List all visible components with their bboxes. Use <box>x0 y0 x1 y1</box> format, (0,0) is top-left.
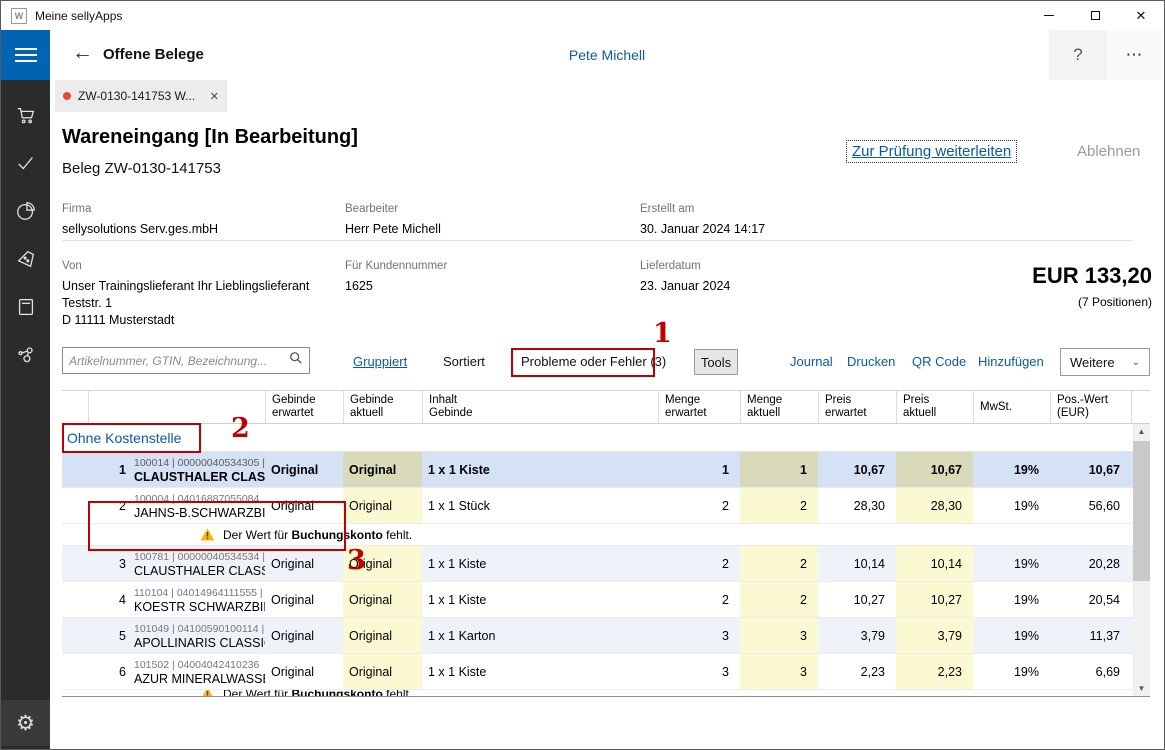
col-menge-aktuell[interactable]: Menge aktuell <box>740 391 818 423</box>
scrollbar-thumb[interactable] <box>1133 441 1150 581</box>
maximize-icon <box>1091 11 1100 20</box>
reject-link[interactable]: Ablehnen <box>1077 143 1140 160</box>
weitere-dropdown-button[interactable]: Weitere ⌄ <box>1060 348 1150 376</box>
app-window: W Meine sellyApps ✕ <box>0 0 1165 750</box>
table-row[interactable]: 2 100004 | 04016887055084JAHNS-B.SCHWARZ… <box>62 488 1133 524</box>
minimize-icon <box>1044 15 1054 16</box>
tools-button[interactable]: Tools <box>694 349 738 375</box>
pie-chart-icon[interactable] <box>15 200 37 222</box>
scroll-down-icon[interactable]: ▼ <box>1133 681 1150 696</box>
check-icon[interactable] <box>15 152 37 174</box>
table-row[interactable]: 6 101502 | 04004042410236AZUR MINERALWAS… <box>62 654 1133 690</box>
group-header-ohne-kostenstelle[interactable]: Ohne Kostenstelle <box>62 424 1133 452</box>
minimize-button[interactable] <box>1026 1 1072 30</box>
field-lieferdatum: Lieferdatum 23. Januar 2024 <box>640 260 730 295</box>
hinzufuegen-link[interactable]: Hinzufügen <box>978 354 1044 369</box>
forward-for-review-link[interactable]: Zur Prüfung weiterleiten <box>846 140 1017 163</box>
document-total: EUR 133,20 <box>1032 263 1152 289</box>
unsaved-dot-icon <box>63 92 71 100</box>
search-input[interactable] <box>69 354 289 368</box>
document-subtitle: Beleg ZW-0130-141753 <box>62 160 221 177</box>
tag-icon[interactable] <box>15 248 37 270</box>
positions-table: Gebinde erwartet Gebinde aktuell Inhalt … <box>62 390 1150 697</box>
window-title: Meine sellyApps <box>35 9 122 23</box>
qr-code-link[interactable]: QR Code <box>912 354 966 369</box>
app-icon: W <box>11 8 27 24</box>
title-bar: W Meine sellyApps ✕ <box>1 1 1164 30</box>
app-header: ← Offene Belege Pete Michell ? ⋯ <box>50 30 1164 80</box>
cart-icon[interactable] <box>15 104 37 126</box>
table-header-row: Gebinde erwartet Gebinde aktuell Inhalt … <box>62 390 1150 424</box>
table-row[interactable]: 5 101049 | 04100590100114 | Was...APOLLI… <box>62 618 1133 654</box>
window-controls: ✕ <box>1026 1 1164 30</box>
divider <box>62 240 1133 241</box>
article-search <box>62 347 310 374</box>
table-row[interactable]: 1 100014 | 00000040534305 | Nich...CLAUS… <box>62 452 1133 488</box>
sidebar: ⚙ <box>1 30 50 749</box>
journal-link[interactable]: Journal <box>790 354 833 369</box>
field-kundennummer: Für Kundennummer 1625 <box>345 260 447 295</box>
scroll-up-icon[interactable]: ▲ <box>1133 424 1150 439</box>
chevron-down-icon: ⌄ <box>1132 357 1140 368</box>
annotation-number-1: 1 <box>653 318 672 349</box>
tab-document[interactable]: ZW-0130-141753 W... ✕ <box>55 80 227 112</box>
hamburger-icon <box>15 48 37 50</box>
table-row[interactable]: 4 110104 | 04014964111555 | Bier...KOEST… <box>62 582 1133 618</box>
table-scrollbar[interactable]: ▲ ▼ <box>1133 424 1150 696</box>
search-icon[interactable] <box>289 351 303 370</box>
user-name[interactable]: Pete Michell <box>50 47 1164 63</box>
more-options-button[interactable]: ⋯ <box>1107 30 1163 80</box>
warning-icon <box>200 528 215 541</box>
row-warning-clipped: Der Wert für Buchungskonto fehlt. <box>62 690 1133 697</box>
help-button[interactable]: ? <box>1049 30 1107 80</box>
table-row[interactable]: 3 100781 | 00000040534534 | Nich...CLAUS… <box>62 546 1133 582</box>
maximize-button[interactable] <box>1072 1 1118 30</box>
filter-gruppiert[interactable]: Gruppiert <box>353 354 407 369</box>
col-pos-wert[interactable]: Pos.-Wert (EUR) <box>1050 391 1131 423</box>
tab-close-icon[interactable]: ✕ <box>210 90 219 103</box>
close-button[interactable]: ✕ <box>1118 1 1164 30</box>
drucken-link[interactable]: Drucken <box>847 354 895 369</box>
filter-probleme-oder-fehler[interactable]: Probleme oder Fehler (3) <box>521 354 666 369</box>
positions-count: (7 Positionen) <box>1078 295 1152 309</box>
field-firma: Firma sellysolutions Serv.ges.mbH <box>62 203 218 238</box>
document-title: Wareneingang [In Bearbeitung] <box>62 126 358 149</box>
warning-icon <box>200 690 215 697</box>
field-erstellt-am: Erstellt am 30. Januar 2024 14:17 <box>640 203 765 238</box>
tab-strip: ZW-0130-141753 W... ✕ <box>50 80 1164 112</box>
col-preis-aktuell[interactable]: Preis aktuell <box>896 391 973 423</box>
col-gebinde-erwartet[interactable]: Gebinde erwartet <box>265 391 343 423</box>
hamburger-menu-button[interactable] <box>1 30 50 80</box>
book-icon[interactable] <box>15 296 37 318</box>
col-preis-erwartet[interactable]: Preis erwartet <box>818 391 896 423</box>
share-icon[interactable] <box>15 344 37 366</box>
tab-label: ZW-0130-141753 W... <box>78 89 195 103</box>
gear-icon: ⚙ <box>16 711 35 736</box>
col-gebinde-aktuell[interactable]: Gebinde aktuell <box>343 391 422 423</box>
field-von: Von Unser Trainingslieferant Ihr Lieblin… <box>62 260 309 329</box>
row-warning: Der Wert für Buchungskonto fehlt. <box>62 524 1133 546</box>
filter-sortiert[interactable]: Sortiert <box>443 354 485 369</box>
settings-button[interactable]: ⚙ <box>1 700 50 746</box>
col-mwst[interactable]: MwSt. <box>973 391 1050 423</box>
field-bearbeiter: Bearbeiter Herr Pete Michell <box>345 203 441 238</box>
col-menge-erwartet[interactable]: Menge erwartet <box>658 391 740 423</box>
col-inhalt-gebinde[interactable]: Inhalt Gebinde <box>422 391 658 423</box>
